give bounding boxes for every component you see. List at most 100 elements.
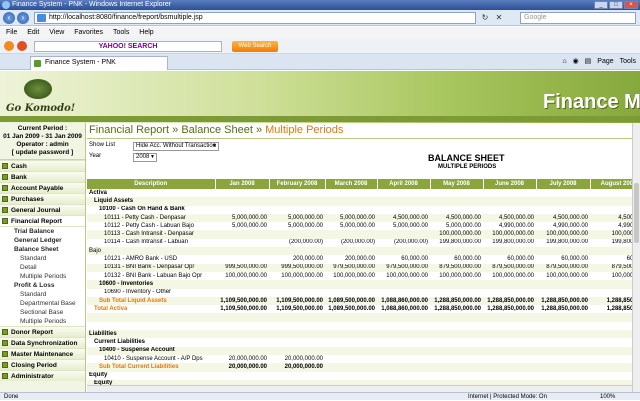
sidebar-item-administrator[interactable]: Administrator: [0, 370, 85, 381]
ie-icon: [2, 1, 10, 9]
table-cell: [536, 206, 590, 214]
sidebar: Current Period : 01 Jan 2009 - 31 Jan 20…: [0, 123, 86, 392]
table-cell: [430, 289, 483, 297]
table-cell: [377, 355, 430, 363]
submenu-item-detail[interactable]: Detail: [0, 263, 85, 272]
print-icon[interactable]: ▤: [585, 57, 592, 67]
favicon-icon: [34, 60, 41, 67]
menu-bar: File Edit View Favorites Tools Help: [0, 27, 640, 38]
maximize-button[interactable]: □: [609, 1, 623, 9]
table-cell: 100,000,000.00: [430, 230, 483, 239]
url-input[interactable]: http://localhost:8080/finance/freport/bs…: [34, 12, 476, 24]
table-cell: 1,089,500,000.00: [325, 296, 377, 306]
table-cell: 100,000,000.00: [225, 272, 267, 279]
submenu-item-general-ledger[interactable]: General Ledger: [0, 236, 85, 245]
sidebar-item-data-synchronization[interactable]: Data Synchronization: [0, 337, 85, 348]
row-description: 10410 - Suspense Account - A/P Dps: [89, 355, 203, 362]
yahoo-search-input[interactable]: YAHOO! SEARCH: [34, 41, 222, 52]
vertical-scrollbar[interactable]: [632, 123, 640, 392]
menu-tools[interactable]: Tools: [113, 29, 129, 36]
submenu-item-departmental-base[interactable]: Departmental Base: [0, 299, 85, 308]
table-cell: 1,089,500,000.00: [328, 305, 375, 312]
submenu-item-standard[interactable]: Standard: [0, 254, 85, 263]
row-description: 10400 - Suspense Account: [87, 346, 215, 355]
table-cell: [325, 355, 377, 363]
scroll-thumb[interactable]: [634, 183, 639, 243]
menu-bullet-icon: [2, 361, 8, 368]
home-icon[interactable]: ⌂: [562, 57, 566, 67]
table-row: Liabilities: [87, 330, 632, 339]
row-description: [87, 313, 215, 322]
forward-icon[interactable]: ›: [17, 12, 29, 24]
search-input[interactable]: Google: [520, 12, 636, 24]
menu-favorites[interactable]: Favorites: [74, 29, 103, 36]
table-cell: 60,000: [626, 256, 632, 263]
table-cell: [215, 372, 269, 380]
page-menu[interactable]: Page: [597, 57, 613, 67]
yahoo-icon[interactable]: [4, 41, 14, 51]
sidebar-item-cash[interactable]: Cash: [0, 160, 85, 171]
table-cell: [430, 206, 483, 214]
table-cell: [215, 313, 269, 322]
back-icon[interactable]: ‹: [3, 12, 15, 24]
tab-finance-system[interactable]: Finance System - PNK: [30, 56, 168, 70]
table-cell: [536, 346, 590, 355]
banner-stripe: [0, 116, 640, 122]
sidebar-item-financial-report[interactable]: Financial Report: [0, 215, 85, 226]
menu-file[interactable]: File: [6, 29, 17, 36]
sidebar-item-donor-report[interactable]: Donor Report: [0, 326, 85, 337]
menu-view[interactable]: View: [49, 29, 64, 36]
table-cell: 879,500,000.00: [536, 263, 590, 272]
submenu-item-multiple-periods[interactable]: Multiple Periods: [0, 272, 85, 281]
sidebar-item-general-journal[interactable]: General Journal: [0, 204, 85, 215]
table-row: 10690 - Inventory - Other: [87, 289, 632, 297]
submenu-item-profit-loss[interactable]: Profit & Loss: [0, 281, 85, 290]
yahoo-toolbar: YAHOO! SEARCH Web Search: [0, 38, 640, 54]
submenu-item-standard[interactable]: Standard: [0, 290, 85, 299]
menu-edit[interactable]: Edit: [27, 29, 39, 36]
menu-help[interactable]: Help: [139, 29, 153, 36]
table-cell: [215, 189, 269, 197]
stop-icon[interactable]: ✕: [494, 13, 504, 23]
sidebar-top-menu: Cash Bank Account Payable Purchases General …: [0, 160, 85, 226]
table-cell: [269, 247, 325, 256]
submenu-item-trial-balance[interactable]: Trial Balance: [0, 227, 85, 236]
row-description: Liquid Assets: [87, 197, 215, 206]
table-cell: 1,088,860,000.00: [381, 305, 428, 312]
web-search-button[interactable]: Web Search: [232, 41, 278, 52]
submenu-item-balance-sheet[interactable]: Balance Sheet: [0, 245, 85, 254]
table-cell: 5,000,000.00: [287, 222, 323, 229]
horizontal-scrollbar[interactable]: [87, 385, 632, 392]
sidebar-item-bank[interactable]: Bank: [0, 171, 85, 182]
close-button[interactable]: ×: [624, 1, 638, 9]
row-description: 10131 - BNI Bank - Denpasar Opr: [87, 263, 215, 272]
minimize-button[interactable]: _: [594, 1, 608, 9]
table-cell: 5,000,000.00: [269, 213, 325, 223]
breadcrumb: Financial Report » Balance Sheet » Multi…: [89, 124, 344, 136]
table-row: Total Activa 1,109,500,000.00 1,109,500,00…: [87, 305, 632, 313]
tools-menu[interactable]: Tools: [620, 57, 636, 67]
table-cell: 1,109,500,000.00: [215, 296, 269, 306]
show-list-select[interactable]: Hide Acc. Without Transaction ▼: [133, 142, 219, 151]
table-cell: [269, 372, 325, 380]
refresh-icon[interactable]: ↻: [480, 13, 490, 23]
sidebar-item-purchases[interactable]: Purchases: [0, 193, 85, 204]
table-cell: 20,000,000.00: [284, 355, 323, 362]
submenu-item-multiple-periods[interactable]: Multiple Periods: [0, 317, 85, 326]
table-cell: [325, 280, 377, 289]
submenu-item-sectional-base[interactable]: Sectional Base: [0, 308, 85, 317]
year-select[interactable]: 2008 ▼: [133, 153, 157, 162]
sidebar-item-closing-period[interactable]: Closing Period: [0, 359, 85, 370]
table-cell: 20,000,000.00: [228, 355, 267, 362]
table-cell: [377, 230, 430, 239]
table-cell: [536, 330, 590, 339]
sidebar-item-master-maintenance[interactable]: Master Maintenance: [0, 348, 85, 359]
table-cell: 1,288,850,000.00: [430, 296, 483, 306]
table-cell: [325, 363, 377, 372]
sidebar-item-account-payable[interactable]: Account Payable: [0, 182, 85, 193]
column-header: February 2008: [269, 179, 326, 189]
table-cell: 20,000,000.00: [269, 363, 325, 372]
toolbar-menu-icon[interactable]: [17, 41, 27, 51]
update-password-link[interactable]: [ update password ]: [0, 149, 85, 157]
feeds-icon[interactable]: ◉: [573, 57, 579, 67]
